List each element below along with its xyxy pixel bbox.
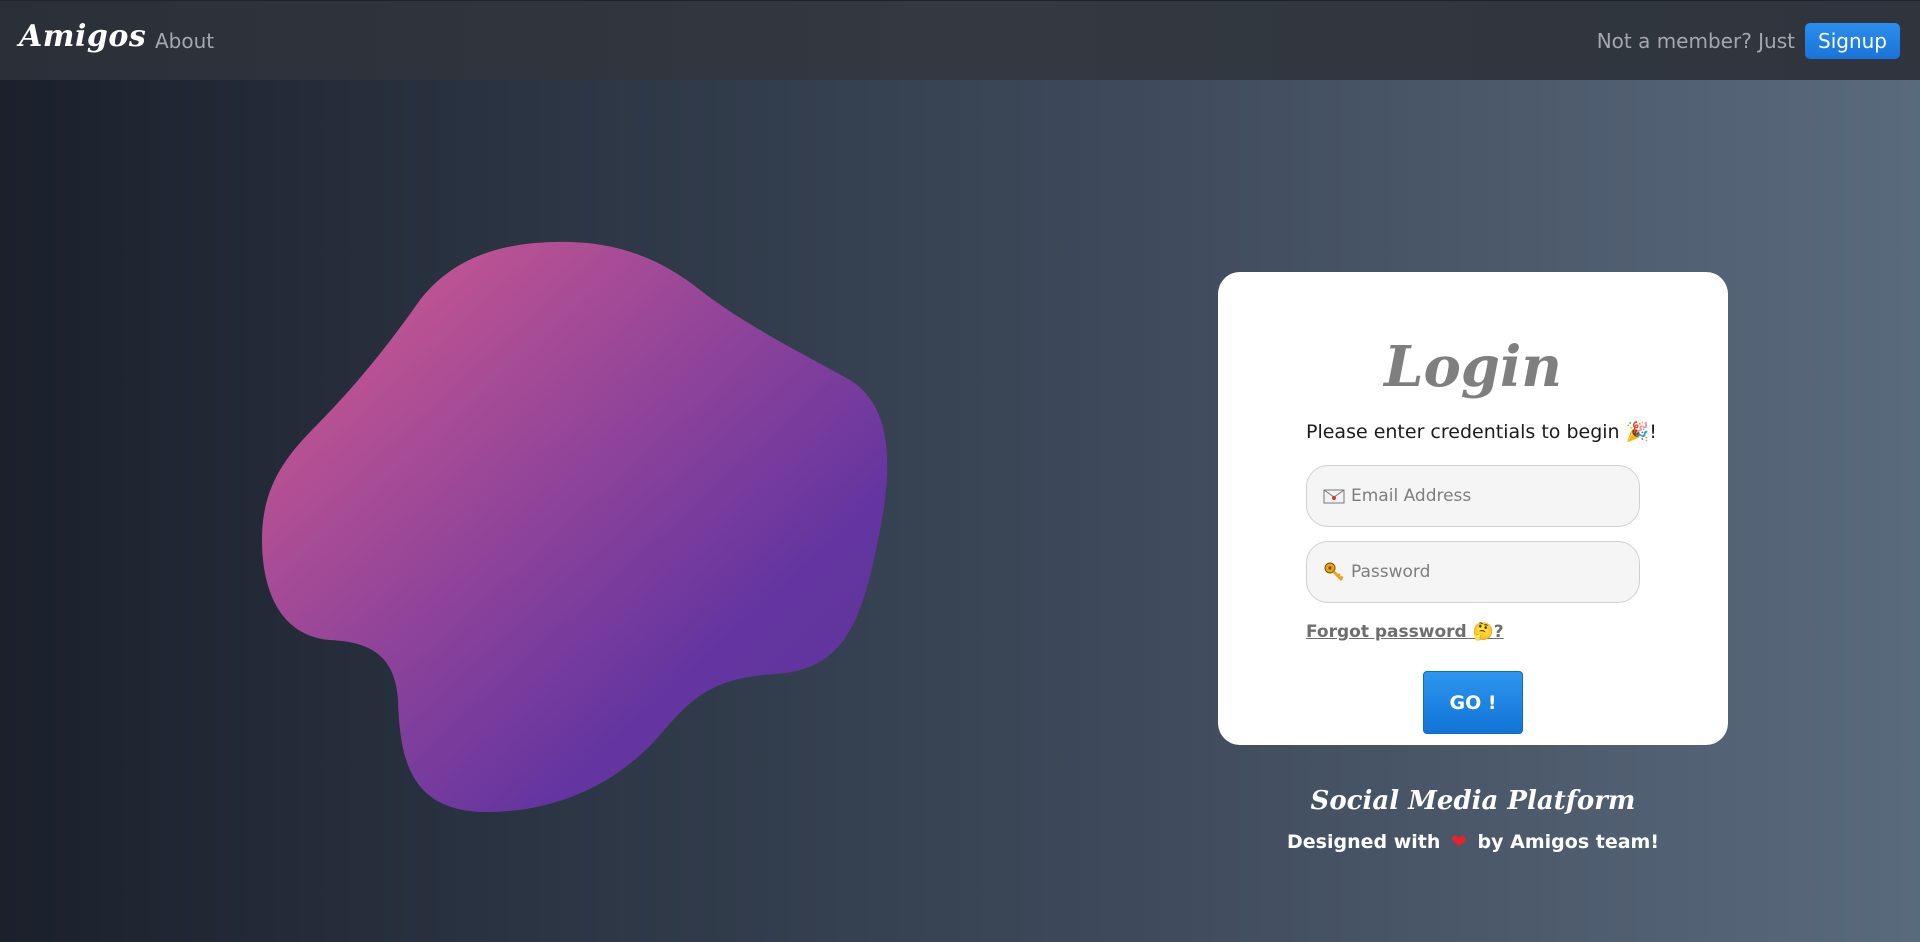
envelope-icon [1323,485,1345,507]
blob-shape [262,241,888,813]
email-input[interactable] [1351,466,1621,526]
login-title: Login [1384,334,1562,400]
footer-credit-after: by Amigos team! [1477,831,1659,853]
heart-icon: ❤ [1451,831,1467,853]
footer-credit: Designed with ❤ by Amigos team! [1218,831,1728,853]
login-subtitle: Please enter credentials to begin 🎉! [1306,421,1657,443]
key-icon [1323,561,1345,583]
go-submit-button[interactable]: GO ! [1423,671,1523,734]
password-field[interactable] [1306,541,1640,603]
footer-credit-before: Designed with [1286,831,1441,853]
forgot-password-link[interactable]: Forgot password 🤔? [1306,622,1504,642]
login-card: Login Please enter credentials to begin … [1218,272,1728,745]
email-field[interactable] [1306,465,1640,527]
footer-title: Social Media Platform [1310,786,1636,816]
password-input[interactable] [1351,542,1621,602]
